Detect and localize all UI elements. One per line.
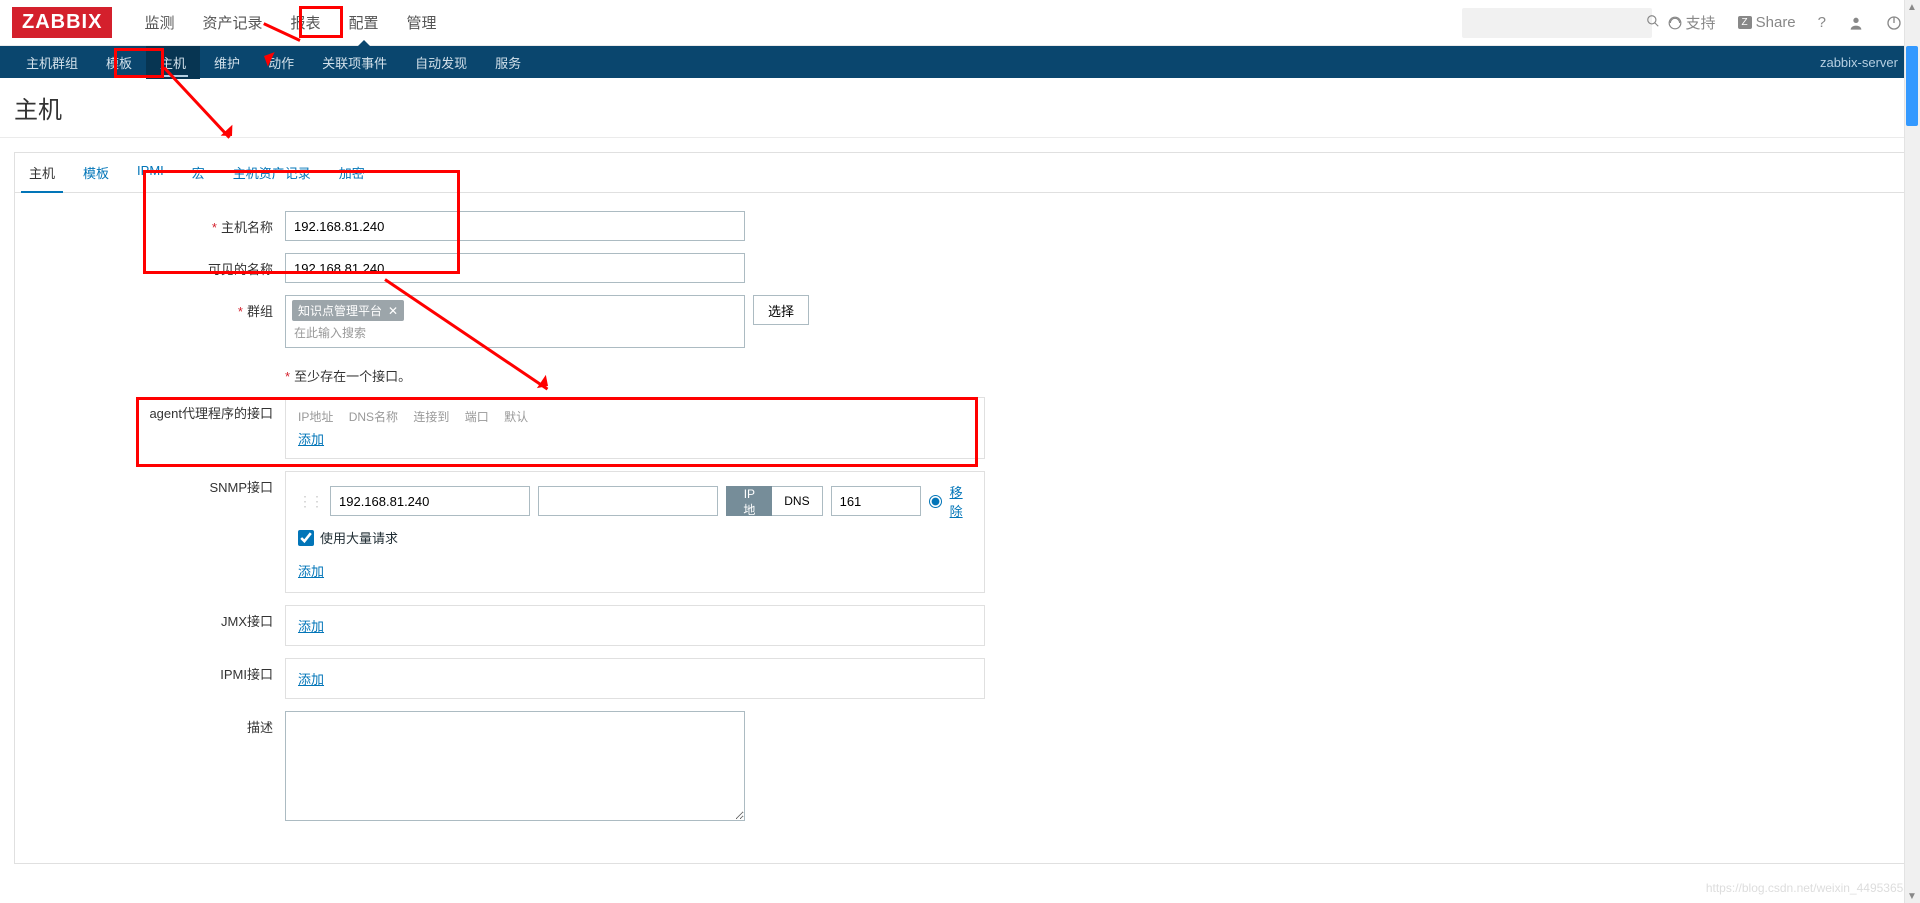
topnav-monitoring[interactable]: 监测	[130, 0, 188, 45]
connect-dns-button[interactable]: DNS	[772, 486, 822, 516]
agent-label: agent代理程序的接口	[35, 397, 285, 422]
snmp-default-radio[interactable]	[929, 495, 942, 508]
interface-note: *至少存在一个接口。	[285, 360, 411, 385]
hostname-input[interactable]	[285, 211, 745, 241]
snmp-bulk-row: 使用大量请求	[298, 528, 972, 547]
row-visiblename: 可见的名称	[35, 253, 1885, 283]
user-icon[interactable]	[1842, 11, 1870, 35]
top-nav: 监测 资产记录 报表 配置 管理	[130, 0, 450, 45]
tab-encryption[interactable]: 加密	[325, 153, 379, 192]
ipmi-label: IPMI接口	[35, 658, 285, 683]
search-icon[interactable]	[1646, 14, 1660, 31]
subnav-hosts[interactable]: 主机	[146, 46, 200, 79]
visiblename-input[interactable]	[285, 253, 745, 283]
subnav-maintenance[interactable]: 维护	[200, 46, 254, 79]
row-jmx-interface: JMX接口 添加	[35, 605, 1885, 646]
row-agent-interface: agent代理程序的接口 IP地址 DNS名称 连接到 端口 默认 添加	[35, 397, 1885, 459]
share-link[interactable]: Z Share	[1732, 10, 1802, 35]
groups-hint: 在此输入搜索	[294, 324, 366, 341]
page-title: 主机	[0, 78, 1920, 138]
snmp-dns-input[interactable]	[538, 486, 718, 516]
support-label: 支持	[1686, 12, 1716, 33]
form-area: *主机名称 可见的名称 *群组 知识点管理平台 ✕ 在此输入搜索 选择 *至少存…	[15, 193, 1905, 863]
share-label: Share	[1756, 14, 1796, 31]
logo[interactable]: ZABBIX	[12, 7, 112, 38]
ipmi-add-link[interactable]: 添加	[298, 669, 324, 688]
tab-ipmi[interactable]: IPMI	[123, 153, 178, 192]
tab-macros[interactable]: 宏	[178, 153, 219, 192]
ipmi-interface-box: 添加	[285, 658, 985, 699]
connect-to-toggle: IP地址 DNS	[726, 486, 822, 516]
row-snmp-interface: SNMP接口 ⋮⋮ IP地址 DNS 移除 使用大量请求	[35, 471, 1885, 593]
subnav-actions[interactable]: 动作	[254, 46, 308, 79]
jmx-label: JMX接口	[35, 605, 285, 630]
top-bar: ZABBIX 监测 资产记录 报表 配置 管理 支持 Z Share ?	[0, 0, 1920, 46]
snmp-label: SNMP接口	[35, 471, 285, 496]
tab-host[interactable]: 主机	[15, 153, 69, 192]
search-box[interactable]	[1462, 8, 1652, 38]
subnav-correlation[interactable]: 关联项事件	[308, 46, 401, 79]
snmp-bulk-checkbox[interactable]	[298, 530, 314, 546]
row-description: 描述	[35, 711, 1885, 821]
context-host[interactable]: zabbix-server	[1820, 55, 1908, 70]
tab-inventory[interactable]: 主机资产记录	[219, 153, 325, 192]
snmp-row: ⋮⋮ IP地址 DNS 移除	[298, 482, 972, 520]
row-ipmi-interface: IPMI接口 添加	[35, 658, 1885, 699]
desc-textarea[interactable]	[285, 711, 745, 821]
agent-interface-box: IP地址 DNS名称 连接到 端口 默认 添加	[285, 397, 985, 459]
groups-multiselect[interactable]: 知识点管理平台 ✕ 在此输入搜索	[285, 295, 745, 348]
jmx-add-link[interactable]: 添加	[298, 616, 324, 635]
visiblename-label: 可见的名称	[35, 253, 285, 278]
watermark: https://blog.csdn.net/weixin_44953658	[1706, 881, 1910, 895]
scrollbar-thumb[interactable]	[1906, 46, 1918, 126]
groups-label: *群组	[35, 295, 285, 320]
subnav-discovery[interactable]: 自动发现	[401, 46, 481, 79]
group-tag-label: 知识点管理平台	[298, 302, 382, 319]
support-link[interactable]: 支持	[1662, 8, 1722, 37]
snmp-port-input[interactable]	[831, 486, 921, 516]
scrollbar-down-icon[interactable]: ▼	[1907, 891, 1917, 901]
group-tag-remove-icon[interactable]: ✕	[388, 304, 398, 318]
row-hostname: *主机名称	[35, 211, 1885, 241]
row-groups: *群组 知识点管理平台 ✕ 在此输入搜索 选择	[35, 295, 1885, 348]
scrollbar[interactable]: ▲ ▼	[1904, 0, 1920, 903]
share-badge-icon: Z	[1738, 16, 1752, 29]
tab-templates[interactable]: 模板	[69, 153, 123, 192]
hostname-label: *主机名称	[35, 211, 285, 236]
topnav-inventory[interactable]: 资产记录	[188, 0, 276, 45]
form-tabs: 主机 模板 IPMI 宏 主机资产记录 加密	[15, 153, 1905, 193]
snmp-interface-box: ⋮⋮ IP地址 DNS 移除 使用大量请求 添加	[285, 471, 985, 593]
agent-add-link[interactable]: 添加	[298, 429, 324, 448]
scrollbar-up-icon[interactable]: ▲	[1907, 2, 1917, 12]
subnav-hostgroups[interactable]: 主机群组	[12, 46, 92, 79]
search-input[interactable]	[1470, 15, 1646, 30]
subnav-templates[interactable]: 模板	[92, 46, 146, 79]
snmp-bulk-label: 使用大量请求	[320, 528, 398, 547]
topnav-admin[interactable]: 管理	[393, 0, 451, 45]
topnav-config[interactable]: 配置	[335, 0, 393, 45]
subnav-services[interactable]: 服务	[481, 46, 535, 79]
help-link[interactable]: ?	[1812, 10, 1832, 35]
snmp-ip-input[interactable]	[330, 486, 530, 516]
topbar-right: 支持 Z Share ?	[1462, 8, 1909, 38]
jmx-interface-box: 添加	[285, 605, 985, 646]
content-card: 主机 模板 IPMI 宏 主机资产记录 加密 *主机名称 可见的名称 *群组 知…	[14, 152, 1906, 864]
sub-nav: 主机群组 模板 主机 维护 动作 关联项事件 自动发现 服务 zabbix-se…	[0, 46, 1920, 78]
row-interface-note: *至少存在一个接口。	[35, 360, 1885, 385]
agent-interface-header: IP地址 DNS名称 连接到 端口 默认	[298, 408, 972, 429]
groups-select-button[interactable]: 选择	[753, 295, 809, 325]
group-tag[interactable]: 知识点管理平台 ✕	[292, 300, 404, 321]
snmp-remove-link[interactable]: 移除	[950, 482, 972, 520]
snmp-add-link[interactable]: 添加	[298, 561, 324, 580]
connect-ip-button[interactable]: IP地址	[726, 486, 772, 516]
drag-handle-icon[interactable]: ⋮⋮	[298, 493, 322, 510]
desc-label: 描述	[35, 711, 285, 736]
topnav-reports[interactable]: 报表	[276, 0, 334, 45]
